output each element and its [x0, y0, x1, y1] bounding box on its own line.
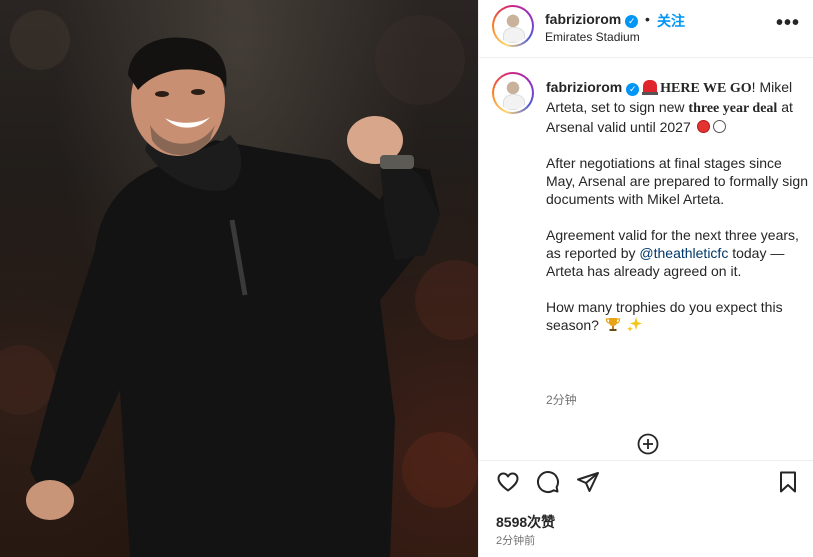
- sparkles-emoji-icon: [626, 317, 642, 332]
- caption-line1-bold: three year deal: [688, 101, 778, 116]
- caption-paragraph-4: How many trophies do you expect this sea…: [546, 299, 783, 333]
- more-options-icon[interactable]: •••: [776, 12, 800, 35]
- caption-username[interactable]: fabriziorom: [546, 79, 622, 95]
- post-photo-figure: [0, 10, 478, 557]
- caption-headline: HERE WE GO: [660, 81, 752, 96]
- header-separator: •: [645, 11, 650, 27]
- plus-circle-icon[interactable]: [637, 433, 659, 455]
- caption-author-avatar[interactable]: [492, 72, 534, 114]
- mention-link[interactable]: @theathleticfc: [639, 245, 728, 261]
- post-image[interactable]: [0, 0, 478, 557]
- caption-verified-badge-icon: ✓: [626, 83, 640, 96]
- author-username-header[interactable]: fabriziorom ✓: [545, 11, 639, 28]
- caption-paragraph-2: After negotiations at final stages since…: [546, 155, 808, 207]
- post-detail-panel: fabriziorom ✓ • 关注 Emirates Stadium ••• f…: [478, 0, 813, 557]
- comment-icon[interactable]: [536, 470, 560, 494]
- send-icon[interactable]: [576, 470, 600, 494]
- red-circle-emoji-icon: [696, 120, 710, 133]
- bookmark-icon[interactable]: [776, 470, 800, 494]
- post-date[interactable]: 2分钟前: [496, 532, 535, 548]
- post-header: fabriziorom ✓ • 关注 Emirates Stadium •••: [479, 0, 813, 58]
- caption-timestamp[interactable]: 2分钟: [546, 391, 577, 408]
- siren-emoji-icon: [642, 80, 659, 95]
- post-actions-bar: 8598次赞 2分钟前: [479, 460, 813, 557]
- likes-count[interactable]: 8598次赞: [496, 512, 555, 532]
- follow-button[interactable]: 关注: [657, 11, 685, 31]
- post-caption: fabriziorom ✓ HERE WE GO! Mikel Arteta, s…: [546, 78, 808, 352]
- verified-badge-icon: ✓: [625, 15, 639, 28]
- header-username-text[interactable]: fabriziorom: [545, 11, 621, 27]
- author-avatar[interactable]: [492, 5, 534, 47]
- caption-exclaim: !: [751, 79, 756, 95]
- white-circle-emoji-icon: [712, 120, 726, 133]
- trophy-emoji-icon: [605, 318, 620, 331]
- heart-icon[interactable]: [496, 470, 520, 494]
- post-location[interactable]: Emirates Stadium: [545, 30, 640, 44]
